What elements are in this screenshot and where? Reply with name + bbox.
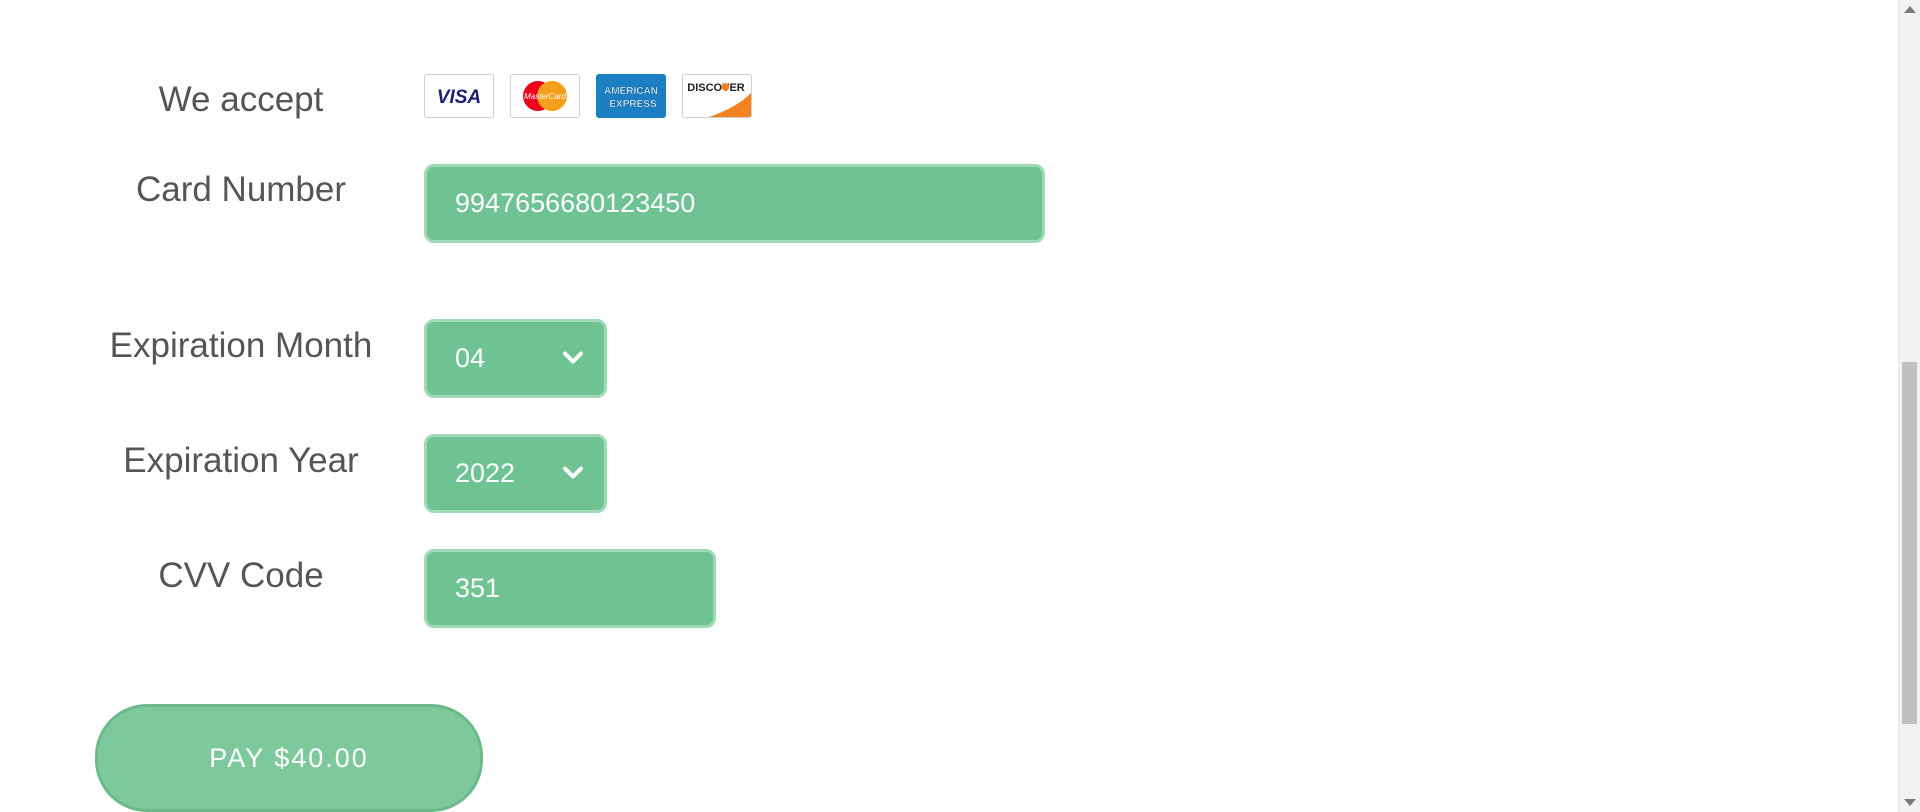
expiration-year-select[interactable]: 2022 bbox=[424, 434, 607, 513]
payment-form-page: We accept VISA MasterCard AMERICAN EXPRE… bbox=[0, 0, 1920, 812]
american-express-icon: AMERICAN EXPRESS bbox=[596, 74, 666, 118]
we-accept-label: We accept bbox=[158, 80, 324, 119]
card-number-label: Card Number bbox=[135, 170, 347, 209]
expiration-month-label: Expiration Month bbox=[109, 326, 373, 365]
expiration-year-value: 2022 bbox=[455, 458, 516, 488]
scroll-down-arrow-icon[interactable] bbox=[1904, 799, 1916, 806]
accepted-cards: VISA MasterCard AMERICAN EXPRESS DISCOVE… bbox=[424, 74, 752, 119]
mastercard-icon: MasterCard bbox=[510, 74, 580, 118]
discover-icon: DISCOVER bbox=[682, 74, 752, 118]
expiration-year-label: Expiration Year bbox=[123, 441, 359, 480]
chevron-down-icon bbox=[563, 351, 583, 364]
vertical-scrollbar[interactable] bbox=[1898, 0, 1920, 812]
cvv-code-value: 351 bbox=[455, 573, 501, 603]
svg-text:DISCOVER: DISCOVER bbox=[687, 82, 745, 94]
svg-text:EXPRESS: EXPRESS bbox=[609, 99, 657, 110]
pay-button[interactable]: PAY $40.00 bbox=[95, 704, 483, 812]
svg-text:AMERICAN: AMERICAN bbox=[604, 86, 658, 97]
cvv-code-input[interactable]: 351 bbox=[424, 549, 716, 628]
card-number-value: 9947656680123450 bbox=[455, 188, 696, 218]
expiration-month-value: 04 bbox=[455, 343, 486, 373]
svg-text:VISA: VISA bbox=[437, 87, 481, 108]
cvv-code-label: CVV Code bbox=[158, 556, 324, 595]
svg-text:MasterCard: MasterCard bbox=[524, 92, 566, 101]
scrollbar-thumb[interactable] bbox=[1902, 362, 1917, 724]
visa-icon: VISA bbox=[424, 74, 494, 118]
expiration-month-select[interactable]: 04 bbox=[424, 319, 607, 398]
card-number-input[interactable]: 9947656680123450 bbox=[424, 164, 1045, 243]
scroll-up-arrow-icon[interactable] bbox=[1904, 6, 1916, 13]
chevron-down-icon bbox=[563, 466, 583, 479]
